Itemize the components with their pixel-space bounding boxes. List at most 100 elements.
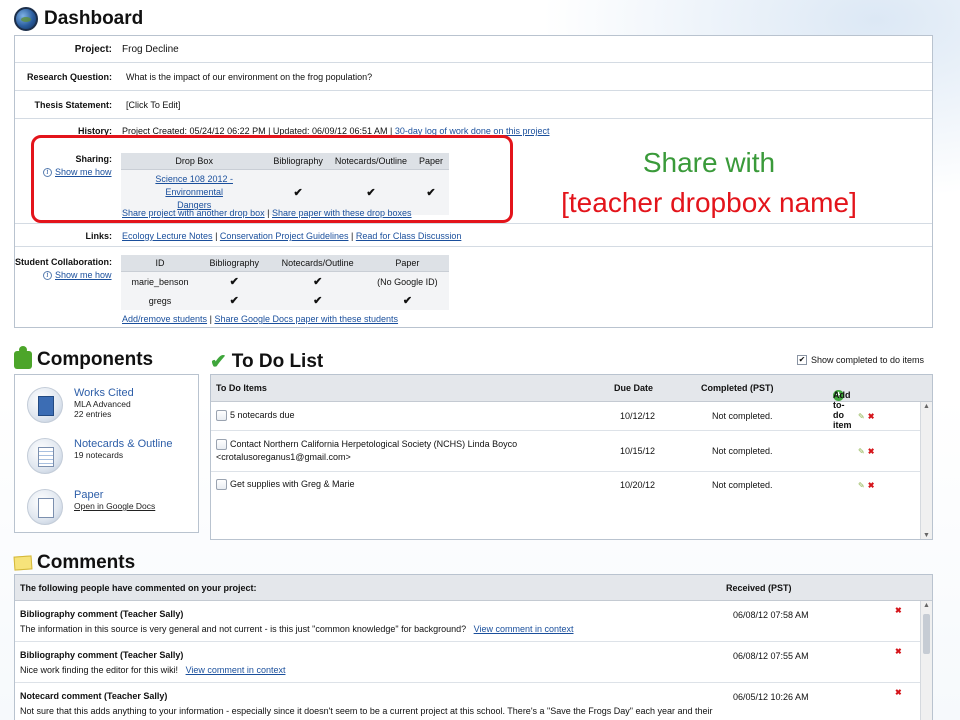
comment-row: Notecard comment (Teacher Sally) Not sur…	[15, 683, 920, 720]
component-count: 19 notecards	[74, 450, 124, 460]
thesis-row: Thesis Statement: [Click To Edit]	[15, 91, 932, 119]
works-cited-icon	[27, 387, 63, 423]
comment-title: Bibliography comment (Teacher Sally)	[20, 609, 184, 619]
comment-date: 06/05/12 10:26 AM	[733, 692, 809, 702]
delete-x-icon[interactable]: ✖	[868, 412, 875, 421]
delete-x-icon[interactable]: ✖	[895, 647, 902, 656]
component-title[interactable]: Paper	[74, 489, 155, 501]
project-label: Project:	[74, 44, 112, 55]
callout-line-2: [teacher dropbox name]	[561, 187, 857, 218]
share-google-docs-link[interactable]: Share Google Docs paper with these stude…	[214, 314, 398, 324]
collab-show-me-how[interactable]: i Show me how	[43, 270, 112, 280]
todo-actions: ✎ ✖	[858, 412, 874, 421]
research-question-value[interactable]: What is the impact of our environment on…	[126, 72, 372, 82]
delete-x-icon[interactable]: ✖	[895, 606, 902, 615]
student-id: marie_benson	[121, 271, 199, 291]
delete-x-icon[interactable]: ✖	[868, 447, 875, 456]
todo-actions: ✎ ✖	[858, 447, 874, 456]
delete-x-icon[interactable]: ✖	[895, 688, 902, 697]
edit-pencil-icon[interactable]: ✎	[858, 412, 865, 421]
todo-item: 5 notecards due	[216, 410, 295, 422]
info-icon: i	[43, 270, 52, 280]
scroll-up-icon[interactable]: ▲	[923, 602, 930, 609]
sharing-highlight-box	[31, 135, 513, 223]
todo-checkbox[interactable]	[216, 410, 227, 422]
student-paper: (No Google ID)	[365, 271, 449, 291]
check-icon: ✔	[269, 271, 366, 291]
link-conservation-guidelines[interactable]: Conservation Project Guidelines	[220, 231, 349, 241]
todo-due: 10/20/12	[620, 480, 656, 490]
comment-row: Bibliography comment (Teacher Sally) Nic…	[15, 642, 920, 683]
comments-title: Comments	[37, 552, 136, 573]
paper-icon	[27, 489, 63, 525]
component-paper[interactable]: Paper Open in Google Docs	[27, 489, 155, 525]
todo-checkbox[interactable]	[216, 439, 227, 451]
show-me-how-link[interactable]: Show me how	[55, 270, 112, 280]
comment-text: The information in this source is very g…	[20, 624, 574, 634]
col-id: ID	[121, 255, 199, 272]
todo-table: To Do Items Due Date Completed (PST) + Ad…	[210, 374, 933, 540]
todo-table-header: To Do Items Due Date Completed (PST) + Ad…	[211, 375, 932, 430]
collab-links: Add/remove students | Share Google Docs …	[122, 314, 398, 324]
comments-header: Comments	[13, 552, 136, 574]
todo-checkbox[interactable]	[216, 479, 227, 491]
components-header: Components	[14, 346, 153, 371]
scroll-up-icon[interactable]: ▲	[923, 403, 930, 410]
collaboration-row: Student Collaboration: i Show me how ID …	[15, 247, 932, 329]
todo-scrollbar[interactable]: ▲ ▼	[920, 402, 932, 539]
links-label: Links:	[85, 231, 112, 241]
todo-actions: ✎ ✖	[858, 481, 874, 490]
links-row: Links: Ecology Lecture Notes | Conservat…	[15, 224, 932, 247]
todo-status: Not completed.	[712, 480, 773, 490]
separator: |	[209, 314, 212, 324]
view-comment-link[interactable]: View comment in context	[474, 624, 574, 634]
component-title[interactable]: Notecards & Outline	[74, 438, 172, 450]
collaboration-label: Student Collaboration:	[15, 257, 112, 267]
comment-title: Notecard comment (Teacher Sally)	[20, 691, 168, 701]
comment-row: Bibliography comment (Teacher Sally) The…	[15, 601, 920, 642]
component-notecards[interactable]: Notecards & Outline 19 notecards	[27, 438, 172, 474]
page-header: Dashboard	[14, 6, 143, 32]
component-style: MLA Advanced	[74, 399, 131, 409]
col-paper: Paper	[365, 255, 449, 272]
col-todo-items: To Do Items	[216, 383, 267, 393]
add-remove-students-link[interactable]: Add/remove students	[122, 314, 207, 324]
thesis-edit[interactable]: [Click To Edit]	[126, 100, 180, 110]
comments-table-header: The following people have commented on y…	[15, 575, 932, 601]
todo-title: To Do List	[231, 350, 324, 372]
check-icon: ✔	[269, 291, 366, 310]
callout-text: Share with [teacher dropbox name]	[520, 143, 898, 223]
scroll-thumb[interactable]	[923, 614, 930, 654]
todo-item: Get supplies with Greg & Marie	[216, 479, 355, 491]
todo-status: Not completed.	[712, 411, 773, 421]
scroll-down-icon[interactable]: ▼	[923, 532, 930, 539]
todo-status: Not completed.	[712, 446, 773, 456]
todo-row: Get supplies with Greg & Marie 10/20/12 …	[211, 472, 921, 500]
comment-date: 06/08/12 07:55 AM	[733, 651, 809, 661]
component-works-cited[interactable]: Works Cited MLA Advanced 22 entries	[27, 387, 134, 423]
link-ecology-notes[interactable]: Ecology Lecture Notes	[122, 231, 213, 241]
comments-table: The following people have commented on y…	[14, 574, 933, 720]
show-completed-checkbox[interactable]: ✔	[797, 355, 807, 365]
edit-pencil-icon[interactable]: ✎	[858, 481, 865, 490]
project-row: Project: Frog Decline	[15, 36, 932, 63]
project-name[interactable]: Frog Decline	[122, 44, 179, 55]
edit-pencil-icon[interactable]: ✎	[858, 447, 865, 456]
student-id: gregs	[121, 291, 199, 310]
todo-row: 5 notecards due 10/12/12 Not completed. …	[211, 402, 921, 431]
globe-icon	[14, 7, 38, 31]
delete-x-icon[interactable]: ✖	[868, 481, 875, 490]
open-google-docs-link[interactable]: Open in Google Docs	[74, 501, 155, 511]
component-title[interactable]: Works Cited	[74, 387, 134, 399]
comments-scrollbar[interactable]: ▲	[920, 601, 932, 720]
view-comment-link[interactable]: View comment in context	[186, 665, 286, 675]
research-question-row: Research Question: What is the impact of…	[15, 63, 932, 91]
show-completed-toggle[interactable]: ✔ Show completed to do items	[797, 355, 924, 365]
research-question-label: Research Question:	[26, 72, 112, 82]
check-icon: ✔	[199, 291, 270, 310]
todo-header: ✔ To Do List	[210, 349, 323, 374]
green-check-icon: ✔	[210, 351, 227, 373]
page-title: Dashboard	[44, 8, 144, 29]
todo-row: Contact Northern California Herpetologic…	[211, 431, 921, 472]
link-class-discussion[interactable]: Read for Class Discussion	[356, 231, 462, 241]
